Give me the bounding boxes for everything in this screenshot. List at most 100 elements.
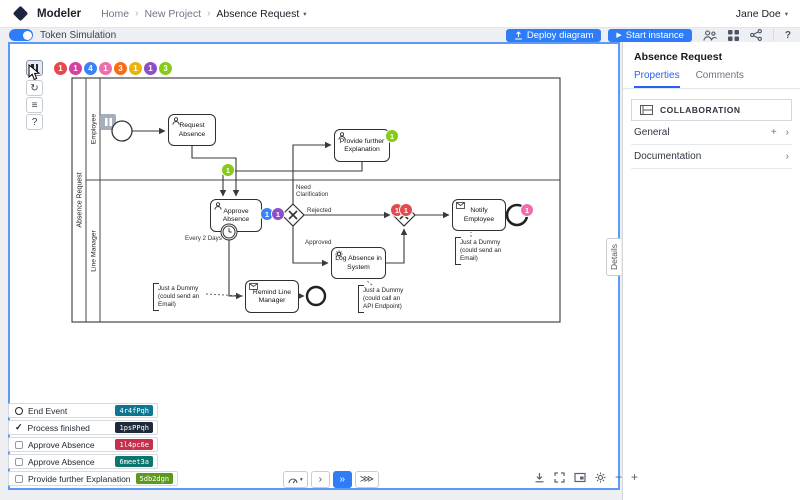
details-tab[interactable]: Details <box>606 238 621 276</box>
sim-log-id-chip: 6meet3a <box>115 456 153 467</box>
token-count-badge[interactable]: 3 <box>159 62 172 75</box>
token-badge: 1 <box>400 204 412 216</box>
check-icon: ✓ <box>15 423 23 432</box>
token-count-badge[interactable]: 4 <box>84 62 97 75</box>
user-task-icon <box>172 117 180 125</box>
checkbox-icon[interactable] <box>15 458 23 466</box>
checkbox-icon[interactable] <box>15 475 23 483</box>
deploy-label: Deploy diagram <box>527 30 594 41</box>
collaborators-icon[interactable] <box>703 30 717 41</box>
speed-slow-button[interactable]: › <box>311 471 330 488</box>
token-badge: 1 <box>272 208 284 220</box>
task-approve-absence[interactable]: Approve Absence <box>210 199 262 232</box>
task-log-absence-in-system[interactable]: Log Absence in System <box>331 247 386 279</box>
share-icon[interactable] <box>750 29 762 41</box>
add-icon[interactable]: + <box>771 127 777 138</box>
collaboration-icon <box>640 105 653 115</box>
user-menu[interactable]: Jane Doe ▾ <box>736 8 788 20</box>
sim-log-entry[interactable]: Approve Absence 1l4pc6e <box>8 437 158 452</box>
tab-comments[interactable]: Comments <box>696 68 744 88</box>
play-icon: ▶ <box>616 31 621 39</box>
settings-gear-icon[interactable] <box>595 472 606 483</box>
panel-tabs: Properties Comments <box>623 68 800 89</box>
simulation-help-button[interactable]: ? <box>26 114 43 130</box>
token-count-badge[interactable]: 3 <box>114 62 127 75</box>
app-window: Modeler Home › New Project › Absence Req… <box>0 0 800 500</box>
breadcrumb-separator: › <box>135 8 138 19</box>
zoom-out-button[interactable]: − <box>615 471 622 483</box>
start-instance-button[interactable]: ▶ Start instance <box>608 29 691 42</box>
task-remind-line-manager[interactable]: Remind Line Manager <box>245 280 299 313</box>
download-icon[interactable] <box>534 472 545 483</box>
breadcrumb-home[interactable]: Home <box>101 8 129 20</box>
task-request-absence[interactable]: Request Absence <box>168 114 216 146</box>
sim-log-entry[interactable]: ✓ Process finished 1psPPqh <box>8 420 158 435</box>
sim-log-label: Process finished <box>28 423 90 433</box>
chevron-down-icon: ▾ <box>300 477 303 483</box>
speed-fast-button[interactable]: ⋙ <box>355 471 379 488</box>
zoom-in-button[interactable]: + <box>631 471 638 483</box>
chevron-down-icon[interactable]: ▾ <box>303 10 306 18</box>
token-badge: 1 <box>521 204 533 216</box>
checkbox-icon[interactable] <box>15 441 23 449</box>
breadcrumb-project[interactable]: New Project <box>144 8 201 20</box>
breadcrumb-separator: › <box>207 8 210 19</box>
token-count-badge[interactable]: 1 <box>69 62 82 75</box>
send-task-mail-icon <box>249 283 258 290</box>
chevron-right-icon[interactable]: › <box>786 151 789 162</box>
mouse-cursor <box>28 64 42 81</box>
token-badge: 1 <box>386 130 398 142</box>
task-label: Remind Line Manager <box>248 289 296 306</box>
speed-menu-button[interactable]: ▾ <box>283 471 308 488</box>
token-simulation-label: Token Simulation <box>40 30 116 41</box>
task-notify-employee[interactable]: Notify Employee <box>452 199 506 231</box>
speed-normal-button[interactable]: » <box>333 471 352 488</box>
sim-log-id-chip: 1l4pc6e <box>115 439 153 450</box>
token-count-badge[interactable]: 1 <box>144 62 157 75</box>
annotation-log-note[interactable]: Just a Dummy (could call an API Endpoint… <box>358 285 411 313</box>
properties-row-general[interactable]: General + › <box>631 121 792 145</box>
token-count-badge[interactable]: 1 <box>129 62 142 75</box>
user-name: Jane Doe <box>736 8 781 20</box>
breadcrumb-diagram[interactable]: Absence Request <box>216 8 299 20</box>
collaboration-section-header[interactable]: COLLABORATION <box>631 99 792 121</box>
help-icon[interactable]: ? <box>785 30 791 41</box>
token-simulation-toggle[interactable] <box>9 29 33 41</box>
details-tab-label: Details <box>609 244 619 270</box>
reset-simulation-button[interactable]: ↻ <box>26 80 43 96</box>
top-header: Modeler Home › New Project › Absence Req… <box>0 0 800 28</box>
documentation-label: Documentation <box>634 151 701 162</box>
simulation-log-button[interactable]: ≡ <box>26 97 43 113</box>
action-bar: Token Simulation Deploy diagram ▶ Start … <box>0 28 800 42</box>
deploy-diagram-button[interactable]: Deploy diagram <box>506 29 602 42</box>
simulation-speed-controls: ▾ › » ⋙ <box>283 471 379 488</box>
chevron-right-icon[interactable]: › <box>786 127 789 138</box>
deploy-icon <box>514 31 523 40</box>
sim-log-entry[interactable]: Provide further Explanation 5db2dgn <box>8 471 178 486</box>
service-task-gear-icon <box>335 250 343 258</box>
sim-log-label: Provide further Explanation <box>28 474 131 484</box>
user-task-icon <box>338 132 346 140</box>
token-count-badge[interactable]: 1 <box>54 62 67 75</box>
log-icon: ≡ <box>32 100 38 111</box>
app-logo-icon[interactable] <box>13 6 29 22</box>
general-label: General <box>634 127 670 138</box>
sim-log-entry[interactable]: End Event 4r4fPqh <box>8 403 158 418</box>
properties-row-documentation[interactable]: Documentation › <box>631 145 792 169</box>
annotation-notify-note[interactable]: Just a Dummy (could send an Email) <box>455 237 506 265</box>
speed-gauge-icon <box>288 476 298 484</box>
tab-properties[interactable]: Properties <box>634 68 680 88</box>
sim-log-label: Approve Absence <box>28 440 95 450</box>
chevron-down-icon: ▾ <box>785 10 788 18</box>
task-provide-further-explanation[interactable]: Provide further Explanation <box>334 129 390 162</box>
sim-log-entry[interactable]: Approve Absence 6meet3a <box>8 454 158 469</box>
task-label: Notify Employee <box>455 207 503 224</box>
fit-viewport-icon[interactable] <box>554 472 565 483</box>
apps-icon[interactable] <box>728 30 739 41</box>
annotation-remind-note[interactable]: Just a Dummy (could send an Email) <box>153 283 206 311</box>
token-count-badge[interactable]: 1 <box>99 62 112 75</box>
minimap-icon[interactable] <box>574 472 586 483</box>
token-badge: 1 <box>222 164 234 176</box>
sim-log-id-chip: 5db2dgn <box>136 473 174 484</box>
reset-icon: ↻ <box>30 83 38 94</box>
